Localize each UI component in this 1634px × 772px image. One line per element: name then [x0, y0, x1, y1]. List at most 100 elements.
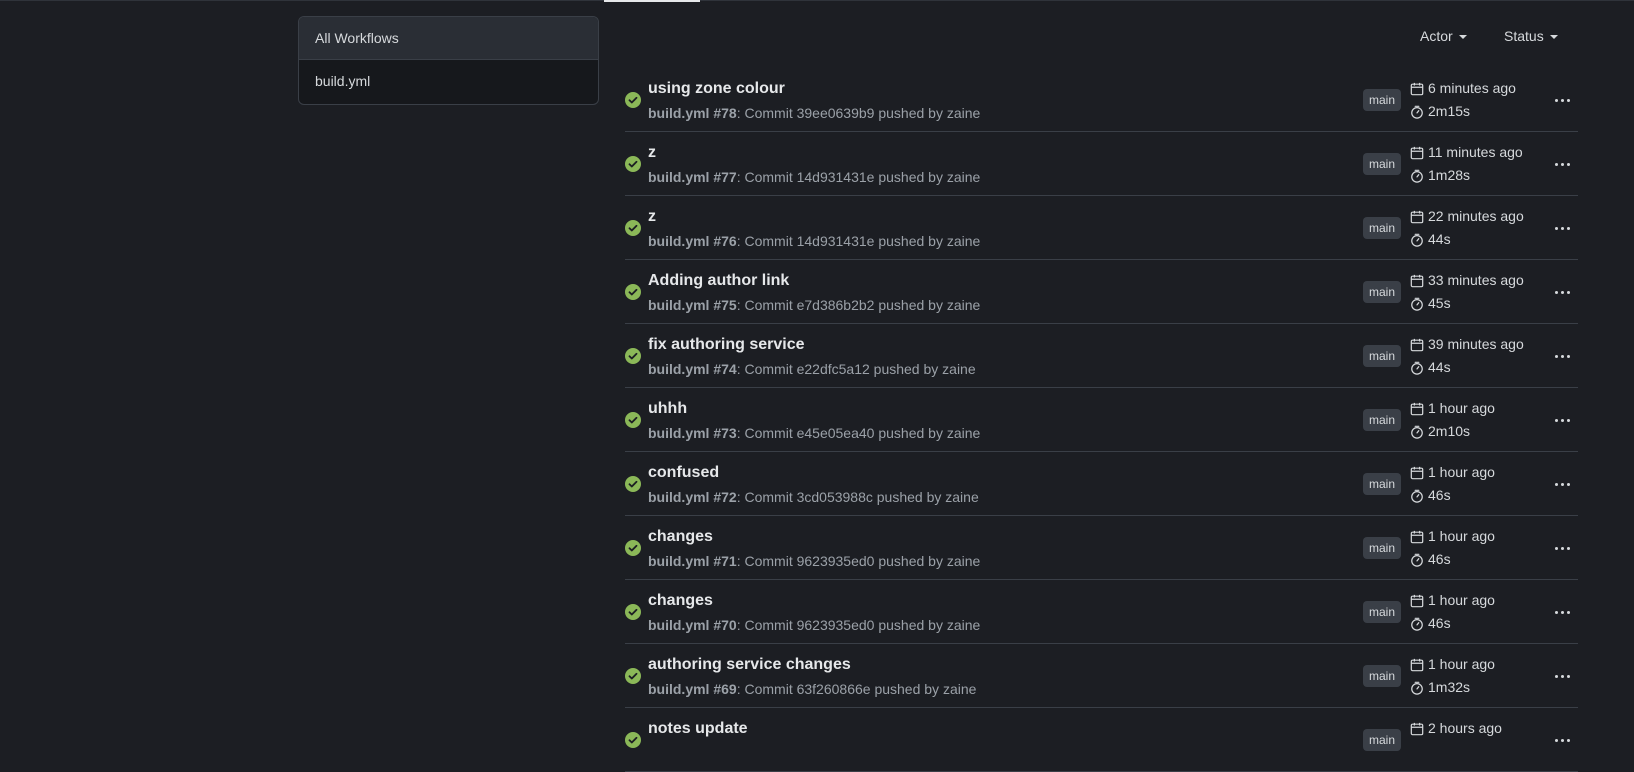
kebab-horizontal-icon[interactable]: [1553, 94, 1573, 106]
workflow-run-row[interactable]: uhhh build.yml #73: Commit e45e05ea40 pus…: [625, 388, 1578, 452]
check-circle-icon: [625, 540, 641, 556]
stopwatch-icon: [1410, 103, 1428, 119]
run-time-text: 6 minutes ago: [1428, 80, 1516, 96]
kebab-horizontal-icon[interactable]: [1553, 606, 1573, 618]
branch-badge[interactable]: main: [1363, 217, 1402, 239]
run-title[interactable]: changes: [648, 528, 713, 546]
run-duration: 1m32s: [1410, 679, 1470, 695]
run-duration: 46s: [1410, 551, 1451, 567]
stopwatch-icon: [1410, 231, 1428, 247]
run-details: : Commit 3cd053988c pushed by zaine: [736, 489, 979, 505]
workflow-item-all[interactable]: All Workflows: [299, 17, 598, 60]
run-workflow-link[interactable]: build.yml #76: [648, 233, 737, 249]
run-meta: build.yml #75: Commit e7d386b2b2 pushed …: [648, 297, 980, 313]
top-divider: [0, 0, 1634, 1]
run-duration-text: 1m32s: [1428, 679, 1471, 695]
check-circle-icon: [625, 668, 641, 684]
run-meta: build.yml #74: Commit e22dfc5a12 pushed …: [648, 361, 976, 377]
run-duration: 46s: [1410, 487, 1451, 503]
branch-badge[interactable]: main: [1363, 153, 1402, 175]
run-duration-text: 2m10s: [1428, 423, 1471, 439]
run-meta: build.yml #77: Commit 14d931431e pushed …: [648, 169, 980, 185]
stopwatch-icon: [1410, 551, 1428, 567]
run-title[interactable]: using zone colour: [648, 80, 785, 98]
calendar-icon: [1410, 272, 1428, 288]
run-details: : Commit 39ee0639b9 pushed by zaine: [736, 105, 981, 121]
workflow-run-row[interactable]: notes update main 2 hours ago: [625, 708, 1578, 772]
kebab-horizontal-icon[interactable]: [1553, 222, 1573, 234]
kebab-horizontal-icon[interactable]: [1553, 670, 1573, 682]
caret-down-icon: [1549, 35, 1558, 40]
branch-badge[interactable]: main: [1363, 537, 1402, 559]
run-workflow-link[interactable]: build.yml #77: [648, 169, 737, 185]
run-duration-text: 1m28s: [1428, 167, 1471, 183]
workflow-run-row[interactable]: using zone colour build.yml #78: Commit 3…: [625, 68, 1578, 132]
branch-badge[interactable]: main: [1363, 665, 1402, 687]
run-workflow-link[interactable]: build.yml #70: [648, 617, 737, 633]
workflow-run-row[interactable]: changes build.yml #70: Commit 9623935ed0 …: [625, 580, 1578, 644]
run-meta: build.yml #71: Commit 9623935ed0 pushed …: [648, 553, 980, 569]
branch-badge[interactable]: main: [1363, 345, 1402, 367]
kebab-horizontal-icon[interactable]: [1553, 734, 1573, 746]
workflow-run-row[interactable]: fix authoring service build.yml #74: Comm…: [625, 324, 1578, 388]
branch-badge[interactable]: main: [1363, 601, 1402, 623]
run-duration-text: 45s: [1428, 295, 1451, 311]
calendar-icon: [1410, 720, 1428, 736]
run-details: : Commit 9623935ed0 pushed by zaine: [736, 617, 981, 633]
run-title[interactable]: fix authoring service: [648, 336, 805, 354]
branch-badge[interactable]: main: [1363, 729, 1402, 751]
calendar-icon: [1410, 592, 1428, 608]
workflow-item-build-yml[interactable]: build.yml: [299, 60, 598, 103]
kebab-horizontal-icon[interactable]: [1553, 414, 1573, 426]
branch-badge[interactable]: main: [1363, 473, 1402, 495]
status-filter-button[interactable]: Status: [1504, 28, 1558, 44]
workflow-run-row[interactable]: changes build.yml #71: Commit 9623935ed0 …: [625, 516, 1578, 580]
run-details: : Commit e22dfc5a12 pushed by zaine: [736, 361, 976, 377]
actor-filter-button[interactable]: Actor: [1420, 28, 1467, 44]
workflow-run-row[interactable]: confused build.yml #72: Commit 3cd053988c…: [625, 452, 1578, 516]
run-duration-text: 46s: [1428, 487, 1451, 503]
run-time-text: 1 hour ago: [1428, 400, 1495, 416]
run-title[interactable]: uhhh: [648, 400, 687, 418]
run-meta: build.yml #69: Commit 63f260866e pushed …: [648, 681, 976, 697]
run-title[interactable]: changes: [648, 592, 713, 610]
run-time: 1 hour ago: [1410, 464, 1495, 480]
branch-badge[interactable]: main: [1363, 409, 1402, 431]
run-title[interactable]: authoring service changes: [648, 656, 851, 674]
kebab-horizontal-icon[interactable]: [1553, 158, 1573, 170]
run-workflow-link[interactable]: build.yml #74: [648, 361, 737, 377]
run-title[interactable]: confused: [648, 464, 719, 482]
workflow-run-row[interactable]: z build.yml #77: Commit 14d931431e pushed…: [625, 132, 1578, 196]
run-title[interactable]: Adding author link: [648, 272, 789, 290]
kebab-horizontal-icon[interactable]: [1553, 350, 1573, 362]
workflow-run-row[interactable]: Adding author link build.yml #75: Commit …: [625, 260, 1578, 324]
run-title[interactable]: z: [648, 208, 656, 226]
run-title[interactable]: notes update: [648, 720, 748, 738]
workflow-run-row[interactable]: authoring service changes build.yml #69: …: [625, 644, 1578, 708]
check-circle-icon: [625, 604, 641, 620]
run-duration-text: 44s: [1428, 359, 1451, 375]
run-duration: 46s: [1410, 615, 1451, 631]
run-workflow-link[interactable]: build.yml #75: [648, 297, 737, 313]
kebab-horizontal-icon[interactable]: [1553, 542, 1573, 554]
stopwatch-icon: [1410, 167, 1428, 183]
run-workflow-link[interactable]: build.yml #73: [648, 425, 737, 441]
run-details: : Commit 14d931431e pushed by zaine: [736, 233, 981, 249]
run-time: 22 minutes ago: [1410, 208, 1524, 224]
run-workflow-link[interactable]: build.yml #72: [648, 489, 737, 505]
run-workflow-link[interactable]: build.yml #69: [648, 681, 737, 697]
kebab-horizontal-icon[interactable]: [1553, 478, 1573, 490]
workflow-run-row[interactable]: z build.yml #76: Commit 14d931431e pushed…: [625, 196, 1578, 260]
run-details: : Commit 14d931431e pushed by zaine: [736, 169, 981, 185]
run-time-text: 33 minutes ago: [1428, 272, 1524, 288]
run-workflow-link[interactable]: build.yml #78: [648, 105, 737, 121]
stopwatch-icon: [1410, 295, 1428, 311]
stopwatch-icon: [1410, 359, 1428, 375]
run-workflow-link[interactable]: build.yml #71: [648, 553, 737, 569]
run-title[interactable]: z: [648, 144, 656, 162]
run-duration: 44s: [1410, 359, 1451, 375]
branch-badge[interactable]: main: [1363, 281, 1402, 303]
kebab-horizontal-icon[interactable]: [1553, 286, 1573, 298]
run-details: : Commit 9623935ed0 pushed by zaine: [736, 553, 981, 569]
branch-badge[interactable]: main: [1363, 89, 1402, 111]
